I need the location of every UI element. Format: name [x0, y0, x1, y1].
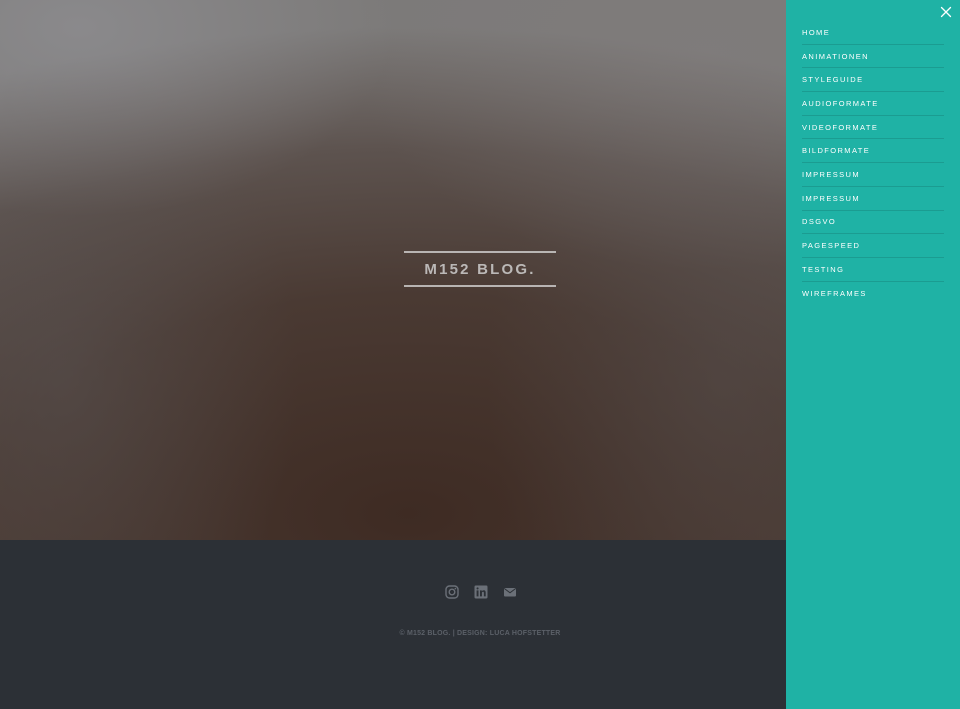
menu-item-label: BILDFORMATE — [802, 146, 871, 156]
footer: © M152 BLOG. | DESIGN: LUCA HOFSTETTER — [0, 540, 786, 709]
menu-item-label: WIREFRAMES — [802, 288, 867, 298]
menu-item-wireframes[interactable]: WIREFRAMES — [802, 282, 944, 306]
instagram-icon[interactable] — [445, 585, 459, 599]
menu-item-styleguide[interactable]: STYLEGUIDE — [802, 68, 944, 93]
hero-banner: M152 BLOG. — [0, 0, 786, 540]
menu-item-label: ANIMATIONEN — [802, 51, 869, 61]
menu-item-label: PAGESPEED — [802, 241, 861, 251]
close-icon[interactable] — [940, 6, 952, 18]
menu-item-testing[interactable]: TESTING — [802, 258, 944, 282]
menu-item-animationen[interactable]: ANIMATIONEN — [802, 45, 944, 69]
menu-item-bildformate[interactable]: BILDFORMATE — [802, 139, 944, 164]
menu-item-impressum-2[interactable]: IMPRESSUM — [802, 187, 944, 211]
menu-item-label: IMPRESSUM — [802, 193, 861, 203]
menu-item-label: TESTING — [802, 264, 845, 274]
menu-item-label: IMPRESSUM — [802, 169, 861, 179]
menu-item-label: AUDIOFORMATE — [802, 98, 879, 108]
linkedin-icon[interactable] — [474, 585, 488, 599]
social-links — [445, 585, 517, 599]
menu-item-audioformate[interactable]: AUDIOFORMATE — [802, 92, 944, 116]
menu-list: HOME ANIMATIONEN STYLEGUIDE AUDIOFORMATE… — [802, 21, 944, 305]
menu-item-label: DSGVO — [802, 217, 837, 227]
menu-item-dsgvo[interactable]: DSGVO — [802, 211, 944, 235]
menu-item-label: VIDEOFORMATE — [802, 122, 879, 132]
menu-item-label: HOME — [802, 27, 831, 37]
envelope-icon[interactable] — [503, 585, 517, 599]
menu-item-pagespeed[interactable]: PAGESPEED — [802, 234, 944, 258]
site-title: M152 BLOG. — [424, 260, 536, 278]
page: M152 BLOG. © M152 BLOG. | DESIGN: LUCA H… — [0, 0, 960, 709]
menu-item-impressum[interactable]: IMPRESSUM — [802, 163, 944, 187]
menu-item-home[interactable]: HOME — [802, 21, 944, 45]
hero-title-frame: M152 BLOG. — [404, 251, 556, 287]
side-navigation-menu: HOME ANIMATIONEN STYLEGUIDE AUDIOFORMATE… — [786, 0, 960, 709]
menu-item-videoformate[interactable]: VIDEOFORMATE — [802, 116, 944, 140]
menu-item-label: STYLEGUIDE — [802, 75, 864, 85]
